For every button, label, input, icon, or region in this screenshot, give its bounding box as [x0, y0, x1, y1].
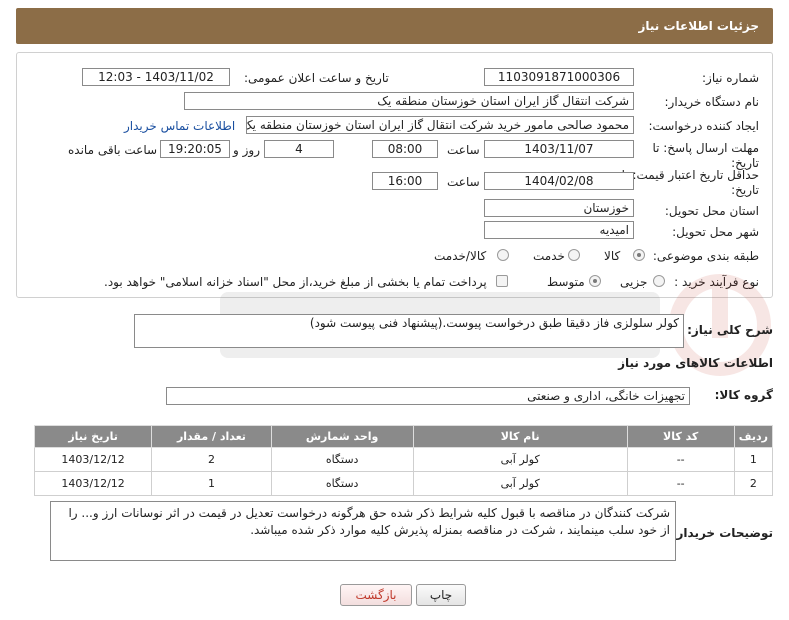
- cell-quantity: 2: [151, 447, 272, 472]
- process-label: نوع فرآیند خرید :: [674, 275, 759, 289]
- validity-label: حداقل تاریخ اعتبار قیمت: تا تاریخ:: [621, 168, 759, 197]
- city-label: شهر محل تحویل:: [672, 225, 759, 239]
- notes-textarea[interactable]: شرکت کنندگان در مناقصه با قبول کلیه شرای…: [50, 501, 676, 561]
- col-item-name: نام کالا: [412, 425, 628, 448]
- deadline-date-field: 1403/11/07: [484, 140, 634, 158]
- category-label: طبقه بندی موضوعی:: [652, 249, 759, 263]
- col-quantity: تعداد / مقدار: [151, 425, 272, 448]
- creator-field: محمود صالحی مامور خرید شرکت انتقال گاز ا…: [246, 116, 634, 134]
- cell-unit: دستگاه: [270, 471, 414, 496]
- process-minor-radio[interactable]: [653, 275, 665, 287]
- cell-item-name: کولر آبی: [412, 447, 628, 472]
- cell-row-number: 2: [733, 471, 774, 496]
- summary-label: شرح کلی نیاز:: [687, 323, 773, 337]
- goods-group-label: گروه کالا:: [714, 388, 773, 402]
- creator-label: ایجاد کننده درخواست:: [648, 119, 759, 133]
- buyer-org-label: نام دستگاه خریدار:: [664, 95, 760, 109]
- summary-textarea[interactable]: کولر سلولزی فاز دقیقا طبق درخواست پیوست.…: [134, 314, 684, 348]
- category-goods-label: کالا: [604, 249, 621, 263]
- announce-label: تاریخ و ساعت اعلان عمومی:: [244, 71, 389, 85]
- announce-field: 1403/11/02 - 12:03: [82, 68, 230, 86]
- cell-need-date: 1403/12/12: [33, 447, 153, 472]
- print-button[interactable]: چاپ: [416, 584, 466, 606]
- need-number-field: 1103091871000306: [484, 68, 634, 86]
- treasury-payment-note: پرداخت تمام یا بخشی از مبلغ خرید،از محل …: [104, 275, 487, 289]
- cell-unit: دستگاه: [270, 447, 414, 472]
- col-need-date: تاریخ نیاز: [33, 425, 153, 448]
- deadline-time-field: 08:00: [372, 140, 438, 158]
- table-row: 2 -- کولر آبی دستگاه 1 1403/12/12: [33, 471, 774, 496]
- need-number-label: شماره نیاز:: [702, 71, 759, 85]
- process-medium-label: متوسط: [547, 275, 585, 289]
- goods-table-wrapper: ردیف کد کالا نام کالا واحد شمارش تعداد /…: [33, 425, 774, 496]
- category-service-radio[interactable]: [568, 249, 580, 261]
- deadline-label: مهلت ارسال پاسخ: تا تاریخ:: [652, 141, 759, 170]
- validity-time-label: ساعت: [447, 175, 480, 189]
- col-row-number: ردیف: [733, 425, 774, 448]
- buyer-org-field: شرکت انتقال گاز ایران استان خوزستان منطق…: [184, 92, 634, 110]
- validity-time-field: 16:00: [372, 172, 438, 190]
- city-field: امیدیه: [484, 221, 634, 239]
- page-title: جزئیات اطلاعات نیاز: [16, 8, 773, 44]
- cell-item-name: کولر آبی: [412, 471, 628, 496]
- province-field: خوزستان: [484, 199, 634, 217]
- notes-label: توضیحات خریدار:: [671, 526, 773, 540]
- treasury-payment-checkbox[interactable]: [496, 275, 508, 287]
- validity-date-field: 1404/02/08: [484, 172, 634, 190]
- goods-table-header: ردیف کد کالا نام کالا واحد شمارش تعداد /…: [33, 425, 774, 448]
- goods-section-title: اطلاعات کالاهای مورد نیاز: [618, 356, 773, 370]
- remaining-label: ساعت باقی مانده: [68, 143, 158, 157]
- cell-item-code: --: [626, 471, 735, 496]
- table-row: 1 -- کولر آبی دستگاه 2 1403/12/12: [33, 447, 774, 472]
- category-both-label: کالا/خدمت: [434, 249, 487, 263]
- deadline-time-label: ساعت: [447, 143, 480, 157]
- process-medium-radio[interactable]: [589, 275, 601, 287]
- col-unit: واحد شمارش: [270, 425, 414, 448]
- back-button[interactable]: بازگشت: [340, 584, 412, 606]
- process-minor-label: جزیی: [620, 275, 648, 289]
- goods-table: ردیف کد کالا نام کالا واحد شمارش تعداد /…: [33, 425, 774, 496]
- category-service-label: خدمت: [533, 249, 565, 263]
- cell-item-code: --: [626, 447, 735, 472]
- category-goods-radio[interactable]: [633, 249, 645, 261]
- province-label: استان محل تحویل:: [664, 204, 759, 218]
- cell-need-date: 1403/12/12: [33, 471, 153, 496]
- remaining-time-field: 19:20:05: [160, 140, 230, 158]
- cell-row-number: 1: [733, 447, 774, 472]
- category-both-radio[interactable]: [497, 249, 509, 261]
- days-label: روز و: [233, 143, 260, 157]
- contact-buyer-link[interactable]: اطلاعات تماس خریدار: [124, 119, 235, 133]
- cell-quantity: 1: [151, 471, 272, 496]
- days-field: 4: [264, 140, 334, 158]
- col-item-code: کد کالا: [626, 425, 735, 448]
- goods-group-field: تجهیزات خانگی، اداری و صنعتی: [166, 387, 690, 405]
